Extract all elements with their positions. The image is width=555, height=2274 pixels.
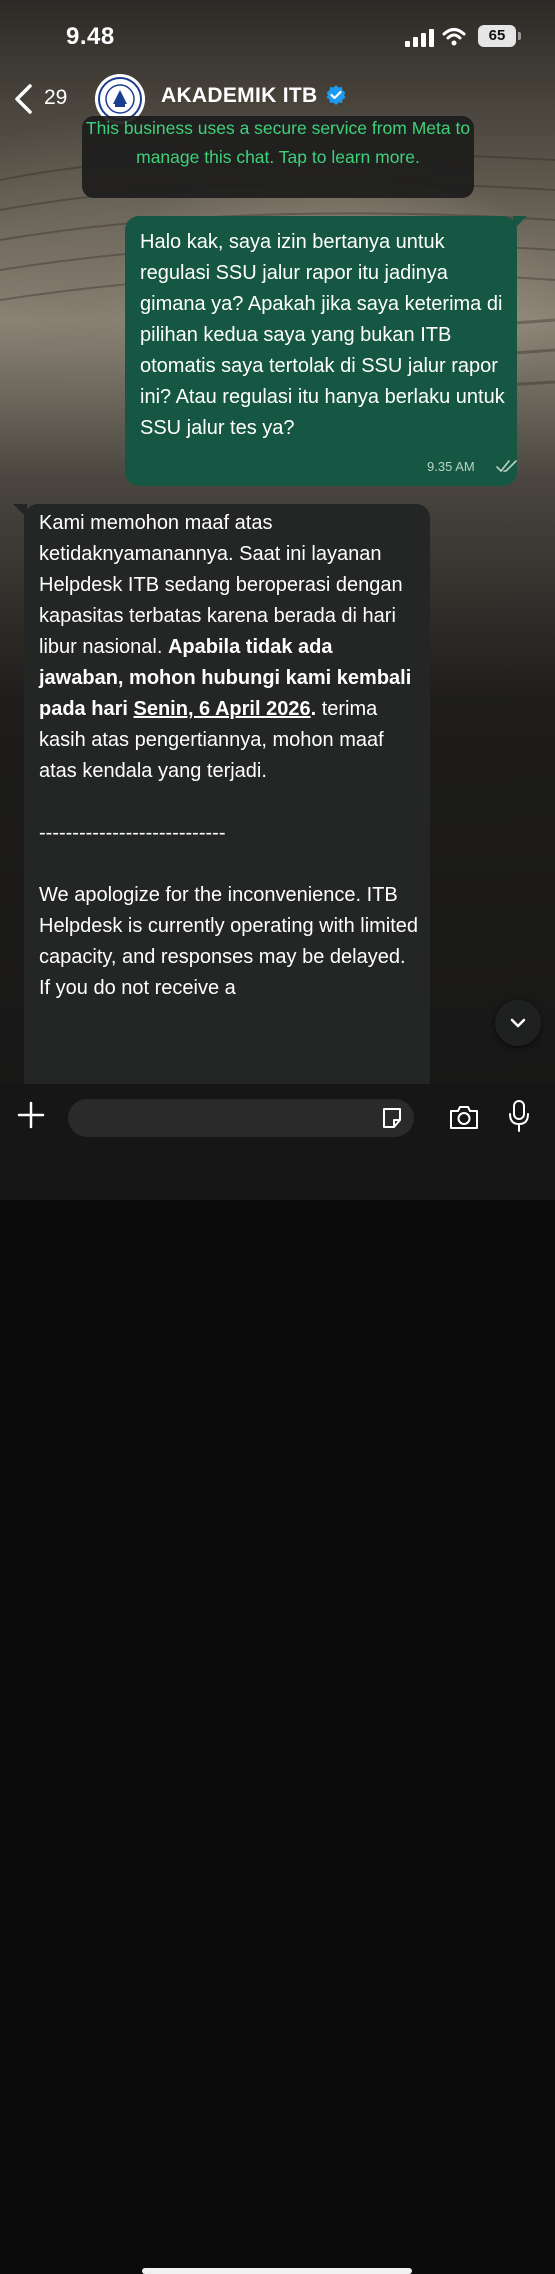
wifi-icon xyxy=(442,28,466,46)
battery-tip xyxy=(518,32,521,40)
contact-name[interactable]: AKADEMIK ITB xyxy=(161,84,317,108)
encryption-notice[interactable]: This business uses a secure service from… xyxy=(82,116,474,198)
incoming-bold-end: . xyxy=(310,698,317,720)
unread-count[interactable]: 29 xyxy=(44,86,67,110)
plus-icon[interactable] xyxy=(16,1100,46,1130)
message-composer xyxy=(0,1084,555,2274)
incoming-paragraph-2: We apologize for the inconvenience. ITB … xyxy=(39,884,419,999)
message-divider: ---------------------------- xyxy=(39,822,226,844)
status-time: 9.48 xyxy=(66,23,115,50)
home-indicator xyxy=(142,2268,412,2274)
battery-indicator: 65 xyxy=(478,25,516,47)
camera-icon[interactable] xyxy=(448,1103,480,1131)
verified-badge-icon xyxy=(326,85,346,105)
incoming-message-text: Kami memohon maaf atas ketidaknyamananny… xyxy=(39,508,419,1004)
message-input[interactable] xyxy=(68,1099,414,1137)
microphone-icon[interactable] xyxy=(509,1100,529,1132)
outgoing-message-text: Halo kak, saya izin bertanya untuk regul… xyxy=(140,231,505,439)
sticker-icon[interactable] xyxy=(380,1106,404,1130)
incoming-message[interactable]: Kami memohon maaf atas ketidaknyamananny… xyxy=(24,504,430,1104)
signal-icon xyxy=(405,29,434,47)
double-check-icon xyxy=(496,460,517,473)
status-bar: 9.48 65 xyxy=(0,0,555,72)
scroll-to-bottom-button[interactable] xyxy=(495,1000,541,1046)
message-timestamp: 9.35 AM xyxy=(427,459,475,474)
date-link[interactable]: Senin, 6 April 2026 xyxy=(133,698,310,720)
back-chevron-icon[interactable] xyxy=(10,82,38,116)
chevron-down-icon xyxy=(510,1018,526,1028)
outgoing-message[interactable]: Halo kak, saya izin bertanya untuk regul… xyxy=(125,216,517,486)
encryption-notice-text[interactable]: This business uses a secure service from… xyxy=(82,116,474,172)
